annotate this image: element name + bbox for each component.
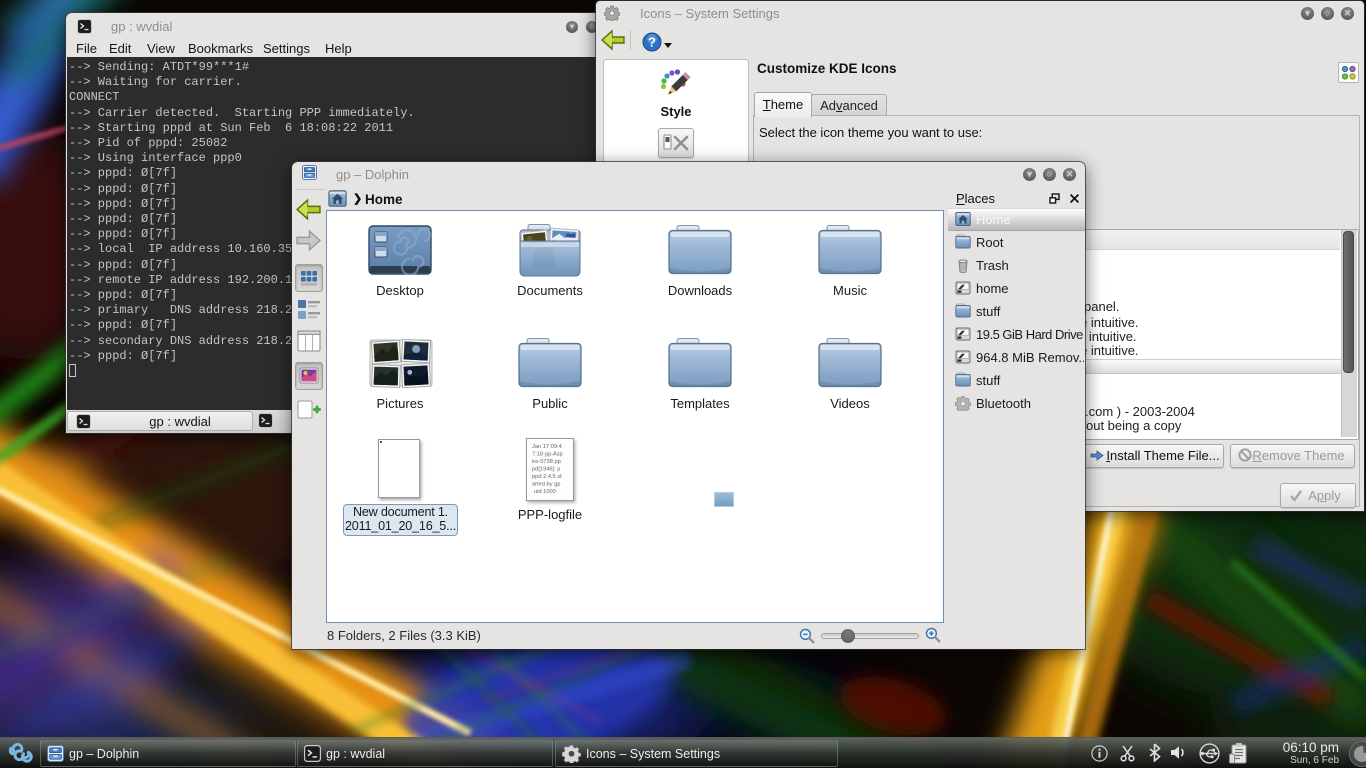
svg-text:pd[1946]: p: pd[1946]: p — [532, 467, 560, 473]
svg-text:arted by gp: arted by gp — [532, 482, 560, 488]
svg-text:ppd 2.4.5 st: ppd 2.4.5 st — [532, 474, 562, 480]
svg-text:Jan 17 09:4: Jan 17 09:4 — [532, 444, 562, 450]
svg-text:uid 1000: uid 1000 — [534, 489, 556, 495]
svg-text:7:18 gp-Asp: 7:18 gp-Asp — [532, 452, 563, 458]
svg-text:?: ? — [648, 35, 656, 50]
svg-text:ire-5738 pp: ire-5738 pp — [532, 459, 561, 465]
